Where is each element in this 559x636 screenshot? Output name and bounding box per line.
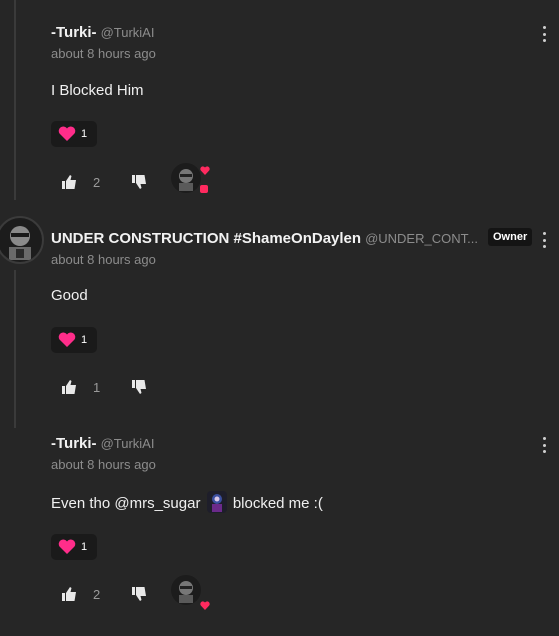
author-name[interactable]: UNDER CONSTRUCTION #ShameOnDaylen bbox=[51, 230, 361, 247]
more-options-button[interactable] bbox=[541, 26, 547, 42]
heart-icon bbox=[58, 332, 76, 347]
comment-header: UNDER CONSTRUCTION #ShameOnDaylen @UNDER_… bbox=[51, 230, 478, 248]
owner-badge: Owner bbox=[488, 228, 533, 246]
timestamp[interactable]: about 8 hours ago bbox=[51, 46, 156, 61]
heart-icon bbox=[58, 539, 76, 554]
comment-3: -Turki- @TurkiAI about 8 hours ago Even t… bbox=[0, 435, 559, 625]
like-count: 1 bbox=[93, 380, 101, 395]
comment-text-after: blocked me :( bbox=[232, 494, 323, 512]
heart-reaction[interactable]: 1 bbox=[51, 534, 97, 560]
like-count: 2 bbox=[93, 587, 101, 602]
thumbs-down-icon[interactable] bbox=[131, 586, 147, 602]
author-handle[interactable]: @TurkiAI bbox=[101, 25, 155, 40]
author-handle[interactable]: @UNDER_CONT... bbox=[365, 231, 478, 246]
reaction-count: 1 bbox=[81, 334, 88, 346]
author-name[interactable]: -Turki- bbox=[51, 435, 97, 452]
thumbs-up-icon[interactable] bbox=[61, 379, 77, 395]
comment-1: -Turki- @TurkiAI about 8 hours ago I Bloc… bbox=[0, 24, 559, 214]
character-avatar-icon bbox=[211, 494, 222, 512]
author-name[interactable]: -Turki- bbox=[51, 24, 97, 41]
author-handle[interactable]: @TurkiAI bbox=[101, 436, 155, 451]
comment-text-before: Even tho @mrs_sugar bbox=[51, 494, 201, 512]
thumbs-down-icon[interactable] bbox=[131, 174, 147, 190]
heart-icon bbox=[58, 126, 76, 141]
timestamp[interactable]: about 8 hours ago bbox=[51, 457, 156, 472]
thumbs-down-icon[interactable] bbox=[131, 379, 147, 395]
thumbs-up-icon[interactable] bbox=[61, 586, 77, 602]
heart-icon bbox=[200, 601, 210, 610]
comment-text: Even tho @mrs_sugar blocked me :( bbox=[51, 491, 323, 515]
thumbs-up-icon[interactable] bbox=[61, 174, 77, 190]
comment-text: Good bbox=[51, 287, 88, 304]
reaction-count: 1 bbox=[81, 541, 88, 553]
comment-text: I Blocked Him bbox=[51, 82, 144, 99]
comment-2: UNDER CONSTRUCTION #ShameOnDaylen @UNDER_… bbox=[0, 216, 559, 420]
reply-avatar[interactable] bbox=[171, 575, 201, 605]
heart-reaction[interactable]: 1 bbox=[51, 121, 97, 147]
robot-avatar-icon bbox=[9, 226, 31, 260]
heart-reaction[interactable]: 1 bbox=[51, 327, 97, 353]
mention-avatar[interactable] bbox=[206, 491, 227, 513]
comment-header: -Turki- @TurkiAI bbox=[51, 435, 154, 453]
more-options-button[interactable] bbox=[541, 437, 547, 453]
reply-avatar[interactable] bbox=[171, 163, 201, 193]
more-options-button[interactable] bbox=[541, 232, 547, 248]
reaction-count: 1 bbox=[81, 128, 88, 140]
avatar[interactable] bbox=[0, 216, 44, 264]
robot-avatar-icon bbox=[179, 169, 193, 191]
comment-header: -Turki- @TurkiAI bbox=[51, 24, 154, 42]
heart-icon bbox=[200, 166, 210, 175]
reaction-indicator bbox=[200, 185, 208, 193]
timestamp[interactable]: about 8 hours ago bbox=[51, 252, 156, 267]
robot-avatar-icon bbox=[179, 581, 193, 603]
like-count: 2 bbox=[93, 175, 101, 190]
